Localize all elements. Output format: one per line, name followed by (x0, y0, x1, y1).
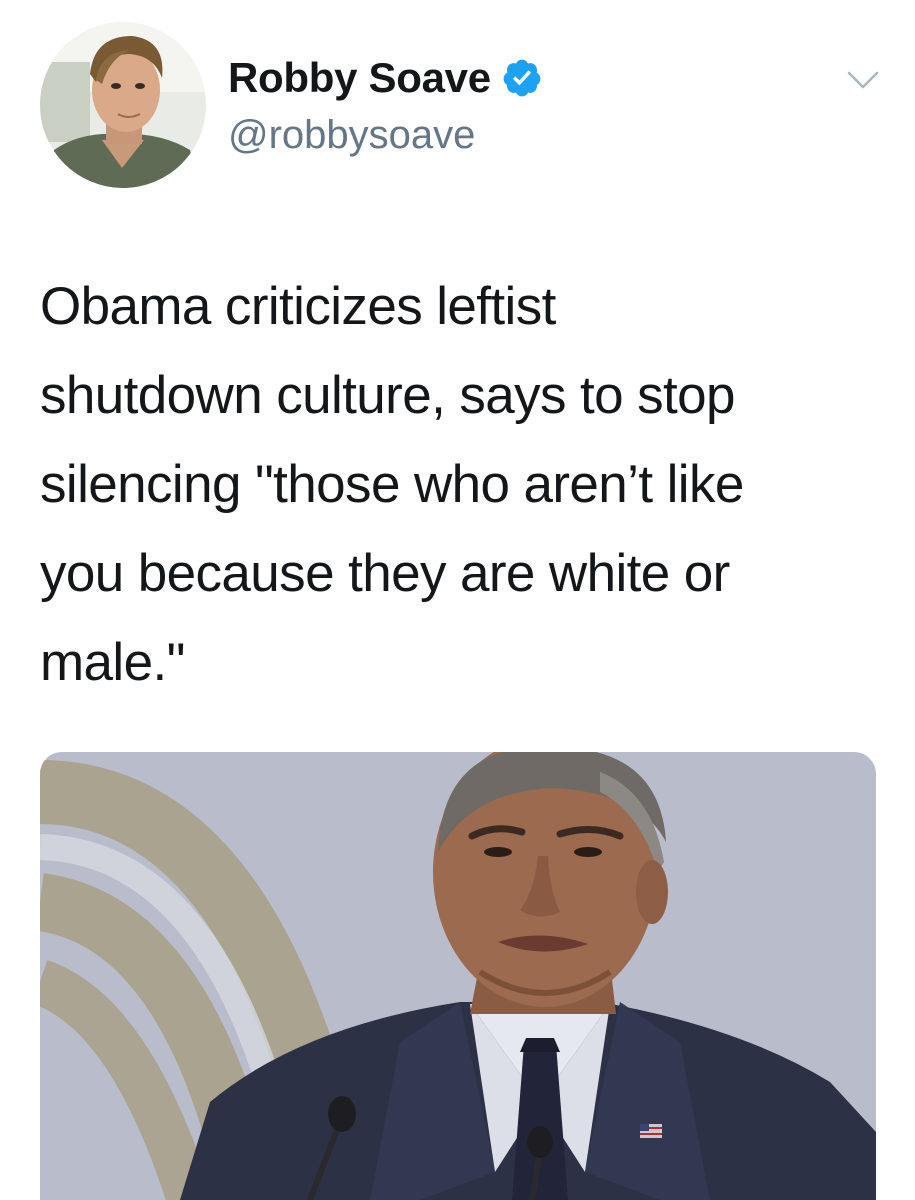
author-handle[interactable]: @robbysoave (228, 110, 475, 160)
chevron-down-icon[interactable] (846, 68, 880, 92)
tweet-text-line: shutdown culture, says to stop (40, 366, 736, 425)
tweet-header: Robby Soave @robbysoave (0, 0, 915, 200)
tweet-text-line: male." (40, 633, 185, 692)
tweet-text: Obama criticizes leftist shutdown cultur… (40, 262, 890, 707)
tweet-text-line: silencing "those who aren’t like (40, 455, 744, 514)
tweet-text-line: Obama criticizes leftist (40, 277, 556, 336)
author-name-row[interactable]: Robby Soave (228, 52, 543, 104)
avatar[interactable] (40, 22, 206, 188)
author-display-name[interactable]: Robby Soave (228, 52, 491, 104)
verified-badge-icon (501, 57, 543, 99)
tweet-text-line: you because they are white or (40, 544, 730, 603)
tweet-media-image[interactable] (40, 752, 876, 1200)
